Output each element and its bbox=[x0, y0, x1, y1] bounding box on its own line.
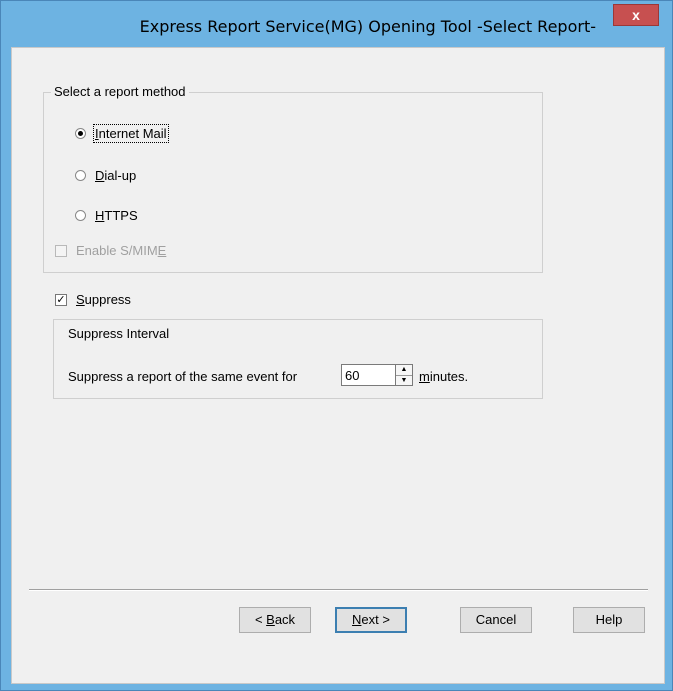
enable-smime-checkbox[interactable]: Enable S/MIME bbox=[55, 243, 166, 258]
suppress-checkbox[interactable]: ✓ Suppress bbox=[55, 292, 131, 307]
suppress-interval-title: Suppress Interval bbox=[68, 326, 170, 341]
back-button[interactable]: < Back bbox=[239, 607, 311, 633]
checkbox-checked-icon[interactable]: ✓ bbox=[55, 293, 67, 306]
window-title: Express Report Service(MG) Opening Tool … bbox=[139, 17, 596, 36]
radio-button-icon[interactable] bbox=[75, 210, 86, 221]
suppress-label: Suppress bbox=[76, 292, 131, 307]
internet-mail-label: Internet Mail bbox=[93, 124, 169, 143]
enable-smime-label: Enable S/MIME bbox=[76, 243, 167, 258]
spin-buttons: ▲ ▼ bbox=[396, 364, 413, 386]
suppress-row-label: Suppress a report of the same event for bbox=[68, 369, 298, 384]
dial-up-label: Dial-up bbox=[95, 168, 137, 183]
radio-dial-up[interactable]: Dial-up bbox=[75, 168, 136, 183]
radio-internet-mail[interactable]: Internet Mail bbox=[75, 124, 169, 143]
close-icon: x bbox=[632, 7, 640, 23]
interval-spinner[interactable]: ▲ ▼ bbox=[341, 364, 413, 386]
next-button[interactable]: Next > bbox=[335, 607, 407, 633]
spin-up-icon[interactable]: ▲ bbox=[396, 365, 412, 375]
close-button[interactable]: x bbox=[613, 4, 659, 26]
minutes-label: minutes. bbox=[419, 369, 469, 384]
help-button[interactable]: Help bbox=[573, 607, 645, 633]
interval-input[interactable] bbox=[341, 364, 396, 386]
report-method-legend: Select a report method bbox=[51, 84, 189, 99]
title-bar[interactable]: Express Report Service(MG) Opening Tool … bbox=[1, 1, 672, 41]
checkbox-icon[interactable] bbox=[55, 244, 67, 257]
cancel-button[interactable]: Cancel bbox=[460, 607, 532, 633]
https-label: HTTPS bbox=[95, 208, 138, 223]
spin-down-icon[interactable]: ▼ bbox=[396, 374, 412, 386]
button-separator bbox=[29, 589, 648, 591]
radio-https[interactable]: HTTPS bbox=[75, 208, 138, 223]
dialog-window: Express Report Service(MG) Opening Tool … bbox=[0, 0, 673, 691]
radio-button-selected-icon[interactable] bbox=[75, 128, 86, 139]
suppress-interval-group: Suppress Interval Suppress a report of t… bbox=[53, 319, 543, 399]
report-method-group: Select a report method Internet Mail Dia… bbox=[43, 84, 543, 273]
radio-button-icon[interactable] bbox=[75, 170, 86, 181]
